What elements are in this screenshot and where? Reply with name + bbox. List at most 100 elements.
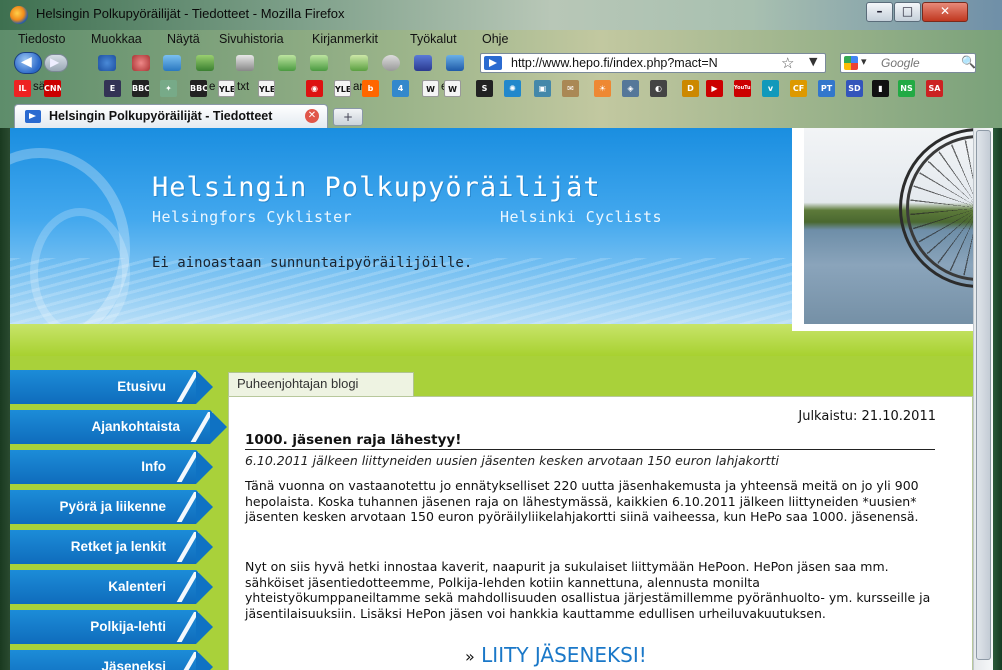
bookmark-favicon-icon: SA: [926, 80, 943, 97]
nav-item-label: Etusivu: [117, 379, 166, 394]
join-member-link[interactable]: » LIITY JÄSENEKSI!: [465, 643, 647, 667]
bookmark-label: txt: [237, 81, 250, 93]
bookmark-favicon-icon: D: [682, 80, 699, 97]
menu-kirjanmerkit[interactable]: Kirjanmerkit: [312, 32, 378, 46]
minimize-icon: –: [876, 4, 883, 18]
home-icon[interactable]: [163, 55, 181, 71]
stop-icon[interactable]: [132, 55, 150, 71]
window-frame-left: [0, 128, 10, 670]
maximize-button[interactable]: □: [894, 2, 921, 22]
forward-arrow-icon: ▶: [50, 55, 60, 69]
blog-post: Julkaistu: 21.10.2011 1000. jäsenen raja…: [228, 396, 973, 670]
menu-bar: Tiedosto Muokkaa Näytä Sivuhistoria Kirj…: [0, 30, 1002, 50]
bookmark-favicon-icon: YouTube: [734, 80, 751, 97]
vertical-scrollbar[interactable]: [973, 128, 993, 670]
nav-item-info[interactable]: Info: [10, 450, 213, 484]
bookmark-favicon-icon: W: [422, 80, 439, 97]
bookmark-page-icon[interactable]: [196, 55, 214, 71]
nav-item-label: Ajankohtaista: [91, 419, 180, 434]
close-button[interactable]: ✕: [922, 2, 968, 22]
bookmark-favicon-icon: ✉: [562, 80, 579, 97]
bookmark-favicon-icon: b: [362, 80, 379, 97]
bookmark-label: e: [209, 81, 216, 93]
bookmark-favicon-icon: BBC: [190, 80, 207, 97]
browser-window: Helsingin Polkupyöräilijät - Tiedotteet …: [0, 0, 1002, 670]
google-icon[interactable]: [844, 56, 858, 70]
bookmark-favicon-icon: v: [762, 80, 779, 97]
nav-item-label: Info: [141, 459, 166, 474]
menu-sivuhistoria[interactable]: Sivuhistoria: [219, 32, 284, 46]
reload-icon[interactable]: [98, 55, 116, 71]
search-engine-dropdown-icon[interactable]: ▾: [861, 55, 867, 68]
print-icon[interactable]: [236, 55, 254, 71]
tab-favicon-icon: [25, 110, 41, 123]
blog-section-tab[interactable]: Puheenjohtajan blogi: [228, 372, 414, 396]
bookmark-favicon-icon: YLE: [218, 80, 235, 97]
bookmark-favicon-icon: ✺: [504, 80, 521, 97]
nav-item-kalenteri[interactable]: Kalenteri: [10, 570, 213, 604]
tab-strip: Helsingin Polkupyöräilijät - Tiedotteet …: [0, 102, 1002, 128]
bookmark-favicon-icon: CNN: [44, 80, 61, 97]
bookmark-favicon-icon: 4: [392, 80, 409, 97]
header-photo-bicycle-lake: [804, 128, 973, 324]
addon-icon[interactable]: [414, 55, 432, 71]
maximize-icon: □: [901, 4, 914, 18]
header-bike-logo-decoration-inner: [30, 208, 130, 338]
bookmark-favicon-icon: YLE: [258, 80, 275, 97]
nav-item-label: Pyörä ja liikenne: [59, 499, 166, 514]
close-tab-icon[interactable]: ✕: [305, 109, 319, 123]
nav-item-ajankohtaista[interactable]: Ajankohtaista: [10, 410, 227, 444]
nav-item-label: Retket ja lenkit: [70, 539, 166, 554]
site-slogan: Ei ainoastaan sunnuntaipyöräilijöille.: [152, 255, 473, 271]
window-title: Helsingin Polkupyöräilijät - Tiedotteet …: [36, 6, 345, 21]
bookmark-star-icon[interactable]: ☆: [781, 54, 794, 72]
page-viewport: Helsingin Polkupyöräilijät Helsingfors C…: [10, 128, 973, 670]
new-tab-icon[interactable]: [310, 55, 328, 71]
bookmark-favicon-icon: ▣: [534, 80, 551, 97]
new-tab-button[interactable]: +: [333, 108, 363, 126]
new-window-icon[interactable]: [278, 55, 296, 71]
site-subtitle-english: Helsinki Cyclists: [500, 208, 663, 226]
menu-muokkaa[interactable]: Muokkaa: [91, 32, 142, 46]
post-title: 1000. jäsenen raja lähestyy!: [245, 432, 935, 450]
bookmark-favicon-icon: W: [444, 80, 461, 97]
minimize-button[interactable]: –: [866, 2, 893, 22]
firefox-icon: [10, 6, 28, 24]
bookmark-favicon-icon: BBC: [132, 80, 149, 97]
bookmark-favicon-icon: ☀: [594, 80, 611, 97]
menu-tyokalut[interactable]: Työkalut: [410, 32, 457, 46]
forward-button[interactable]: ▶: [44, 54, 68, 72]
bookmark-favicon-icon: IL: [14, 80, 31, 97]
menu-nayta[interactable]: Näytä: [167, 32, 200, 46]
tab-active[interactable]: Helsingin Polkupyöräilijät - Tiedotteet …: [14, 104, 328, 128]
site-header: Helsingin Polkupyöräilijät Helsingfors C…: [10, 128, 973, 356]
search-bar[interactable]: ▾ 🔍: [840, 53, 976, 73]
bookmark-favicon-icon: ✦: [160, 80, 177, 97]
bookmark-favicon-icon: SD: [846, 80, 863, 97]
bookmarks-toolbar: ILsääCNNEBBC✦BBCeYLEtxtYLE◉YLEareb4WeWS✺…: [0, 77, 1002, 101]
url-dropdown-icon[interactable]: ▼: [809, 55, 817, 68]
nav-item-jaseneksi[interactable]: Jäseneksi: [10, 650, 213, 670]
address-bar[interactable]: http://www.hepo.fi/index.php?mact=N ☆ ▼: [480, 53, 826, 73]
nav-item-pyora-ja-liikenne[interactable]: Pyörä ja liikenne: [10, 490, 213, 524]
bookmark-favicon-icon: CF: [790, 80, 807, 97]
nav-item-label: Polkija-lehti: [90, 619, 166, 634]
nav-item-retket-ja-lenkit[interactable]: Retket ja lenkit: [10, 530, 213, 564]
back-button[interactable]: ◀: [14, 52, 42, 74]
navigation-toolbar: ◀ ▶ http://www.hepo.fi/index.php?mact=N …: [0, 50, 1002, 76]
download-icon[interactable]: [350, 55, 368, 71]
menu-ohje[interactable]: Ohje: [482, 32, 508, 46]
nav-item-polkija-lehti[interactable]: Polkija-lehti: [10, 610, 213, 644]
bookmark-favicon-icon: ▮: [872, 80, 889, 97]
post-lead: 6.10.2011 jälkeen liittyneiden uusien jä…: [245, 453, 779, 468]
scrollbar-thumb[interactable]: [976, 130, 991, 660]
search-input[interactable]: [881, 55, 961, 71]
addon-star-icon[interactable]: [446, 55, 464, 71]
settings-gear-icon[interactable]: [382, 55, 400, 71]
search-icon[interactable]: 🔍: [961, 55, 976, 69]
menu-tiedosto[interactable]: Tiedosto: [18, 32, 65, 46]
site-title: Helsingin Polkupyöräilijät: [152, 172, 601, 203]
post-published-date: Julkaistu: 21.10.2011: [798, 409, 936, 424]
url-text[interactable]: http://www.hepo.fi/index.php?mact=N: [511, 56, 761, 70]
nav-item-etusivu[interactable]: Etusivu: [10, 370, 213, 404]
